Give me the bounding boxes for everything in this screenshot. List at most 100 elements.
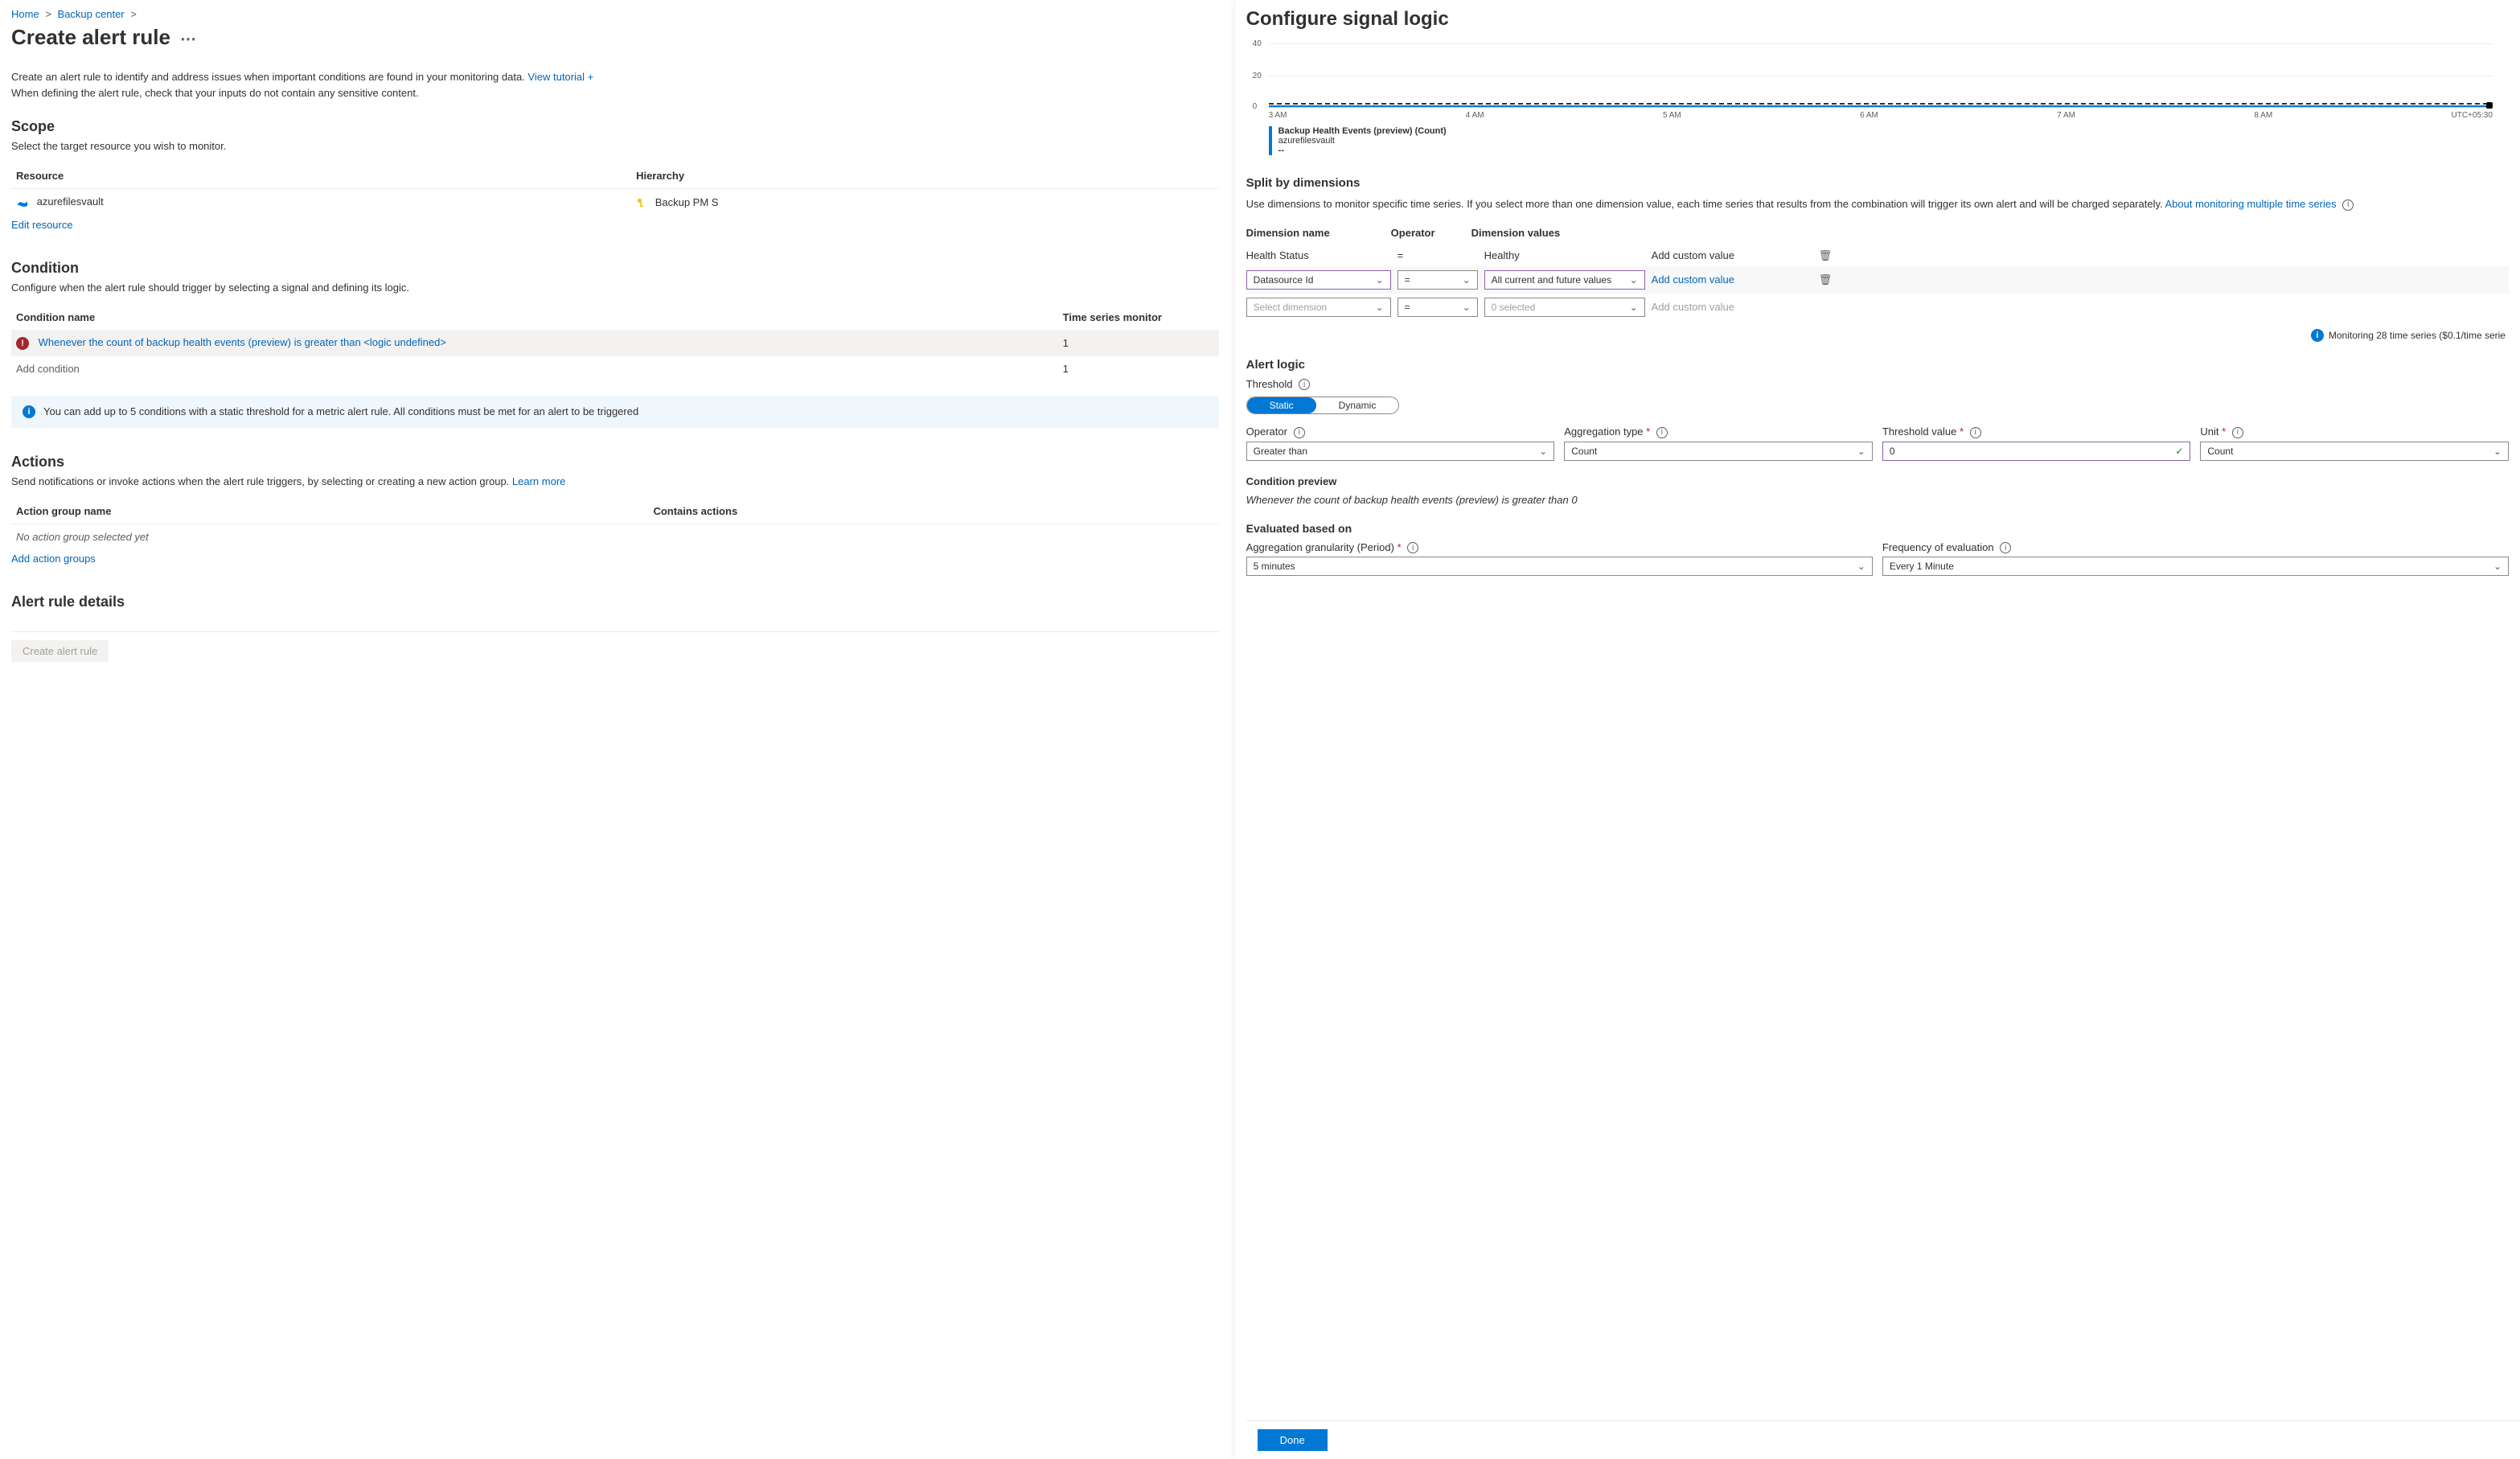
legend-subtitle: azurefilesvault [1278, 136, 1447, 146]
condition-name-link[interactable]: Whenever the count of backup health even… [39, 336, 446, 348]
chart-series-line [1269, 105, 2488, 107]
x-tick: 8 AM [2254, 111, 2272, 120]
aggregation-granularity-select[interactable]: 5 minutes⌄ [1246, 557, 1873, 576]
frequency-select[interactable]: Every 1 Minute⌄ [1882, 557, 2509, 576]
aggregation-type-select[interactable]: Count⌄ [1564, 442, 1873, 461]
threshold-static-option[interactable]: Static [1247, 397, 1316, 413]
evaluated-based-on-heading: Evaluated based on [1246, 522, 2509, 535]
add-custom-value-disabled: Add custom value [1652, 301, 1812, 313]
info-icon[interactable]: i [1656, 427, 1668, 438]
actions-sub: Send notifications or invoke actions whe… [11, 475, 1219, 487]
condition-col-name: Condition name [11, 305, 1058, 330]
chevron-down-icon: ⌄ [1630, 302, 1638, 313]
info-icon[interactable]: i [1294, 427, 1305, 438]
add-condition-link[interactable]: Add condition [11, 356, 1058, 381]
info-icon[interactable]: i [2342, 199, 2354, 211]
done-button[interactable]: Done [1258, 1429, 1328, 1451]
x-tick: 3 AM [1269, 111, 1287, 120]
x-tick: 7 AM [2057, 111, 2075, 120]
dim-val-cell: Healthy [1484, 249, 1645, 261]
info-icon[interactable]: i [1407, 542, 1418, 553]
dim-name-cell: Health Status [1246, 249, 1391, 261]
threshold-toggle[interactable]: Static Dynamic [1246, 397, 1400, 414]
operator-label: Operator i [1246, 425, 1555, 438]
info-icon[interactable]: i [1299, 379, 1310, 390]
create-alert-rule-button[interactable]: Create alert rule [11, 640, 109, 662]
signal-chart: 40 20 0 3 AM 4 AM 5 AM 6 AM 7 AM 8 AM UT… [1246, 43, 2509, 160]
legend-color-swatch [1269, 126, 1272, 155]
delete-dimension-icon[interactable]: 🗑 [1819, 249, 1833, 262]
add-condition-ts: 1 [1058, 356, 1219, 381]
x-tick: 4 AM [1466, 111, 1484, 120]
dim-col-values: Dimension values [1471, 227, 1632, 239]
x-tick-tz: UTC+05:30 [2452, 111, 2493, 120]
chevron-down-icon: ⌄ [1539, 446, 1547, 457]
scope-col-hierarchy: Hierarchy [631, 163, 1219, 189]
chevron-down-icon: ⌄ [1857, 446, 1865, 457]
monitoring-note: Monitoring 28 time series ($0.1/time ser… [2329, 330, 2506, 341]
condition-preview-heading: Condition preview [1246, 475, 2509, 487]
dimension-row-new: Select dimension⌄ =⌄ 0 selected⌄ Add cus… [1246, 294, 2509, 321]
info-icon[interactable]: i [2232, 427, 2243, 438]
dimension-name-select[interactable]: Datasource Id⌄ [1246, 270, 1391, 290]
split-dimensions-heading: Split by dimensions [1246, 176, 2509, 190]
scope-sub: Select the target resource you wish to m… [11, 140, 1219, 152]
dimension-values-select[interactable]: All current and future values⌄ [1484, 270, 1645, 290]
chevron-down-icon: ⌄ [2493, 446, 2502, 457]
dimension-operator-select[interactable]: =⌄ [1397, 270, 1478, 290]
chevron-down-icon: ⌄ [1463, 302, 1471, 313]
more-actions-icon[interactable]: ⋯ [180, 29, 196, 49]
breadcrumb-home[interactable]: Home [11, 8, 39, 20]
key-icon [636, 197, 647, 208]
threshold-label: Threshold i [1246, 378, 2509, 391]
alert-logic-heading: Alert logic [1246, 358, 2509, 372]
condition-sub: Configure when the alert rule should tri… [11, 282, 1219, 294]
condition-col-ts: Time series monitor [1058, 305, 1219, 330]
info-icon[interactable]: i [1970, 427, 1981, 438]
scope-hierarchy-name: Backup PM S [655, 196, 719, 208]
threshold-dynamic-option[interactable]: Dynamic [1316, 397, 1399, 413]
chevron-down-icon: ⌄ [1630, 274, 1638, 286]
unit-select[interactable]: Count⌄ [2200, 442, 2509, 461]
edit-resource-link[interactable]: Edit resource [11, 216, 73, 234]
y-tick-20: 20 [1253, 72, 1262, 80]
view-tutorial-link[interactable]: View tutorial + [527, 71, 593, 83]
frequency-label: Frequency of evaluation i [1882, 541, 2509, 554]
condition-row[interactable]: ! Whenever the count of backup health ev… [11, 330, 1219, 356]
chart-current-point [2486, 102, 2493, 109]
y-tick-0: 0 [1253, 102, 1258, 111]
breadcrumb-backup-center[interactable]: Backup center [58, 8, 125, 20]
scope-heading: Scope [11, 118, 1219, 135]
x-tick: 5 AM [1663, 111, 1681, 120]
chevron-down-icon: ⌄ [1463, 274, 1471, 286]
chevron-down-icon: ⌄ [1376, 274, 1384, 286]
dim-col-name: Dimension name [1246, 227, 1391, 239]
threshold-value-label: Threshold value * i [1882, 425, 2191, 438]
threshold-value-input[interactable]: 0✓ [1882, 442, 2191, 461]
dimension-name-select[interactable]: Select dimension⌄ [1246, 298, 1391, 317]
breadcrumb: Home > Backup center > [11, 6, 1219, 25]
chevron-down-icon: ⌄ [1857, 561, 1865, 572]
aggregation-granularity-label: Aggregation granularity (Period) * i [1246, 541, 1873, 554]
page-title-text: Create alert rule [11, 25, 170, 50]
scope-col-resource: Resource [11, 163, 631, 189]
add-action-groups-link[interactable]: Add action groups [11, 549, 96, 568]
actions-none-row: No action group selected yet [11, 524, 1219, 549]
split-dimensions-link[interactable]: About monitoring multiple time series [2165, 198, 2337, 210]
breadcrumb-sep: > [130, 8, 137, 20]
actions-col-contains: Contains actions [648, 499, 1218, 524]
details-heading: Alert rule details [11, 594, 1219, 610]
unit-label: Unit * i [2200, 425, 2509, 438]
legend-value: -- [1278, 146, 1447, 155]
breadcrumb-sep: > [45, 8, 51, 20]
actions-col-name: Action group name [11, 499, 648, 524]
operator-select[interactable]: Greater than⌄ [1246, 442, 1555, 461]
dim-op-cell: = [1397, 249, 1478, 261]
actions-learn-more-link[interactable]: Learn more [512, 475, 565, 487]
chart-threshold-line [1269, 103, 2488, 105]
add-custom-value-link[interactable]: Add custom value [1652, 273, 1734, 286]
dimension-values-select[interactable]: 0 selected⌄ [1484, 298, 1645, 317]
dimension-operator-select[interactable]: =⌄ [1397, 298, 1478, 317]
delete-dimension-icon[interactable]: 🗑 [1819, 273, 1833, 286]
info-icon[interactable]: i [2000, 542, 2011, 553]
